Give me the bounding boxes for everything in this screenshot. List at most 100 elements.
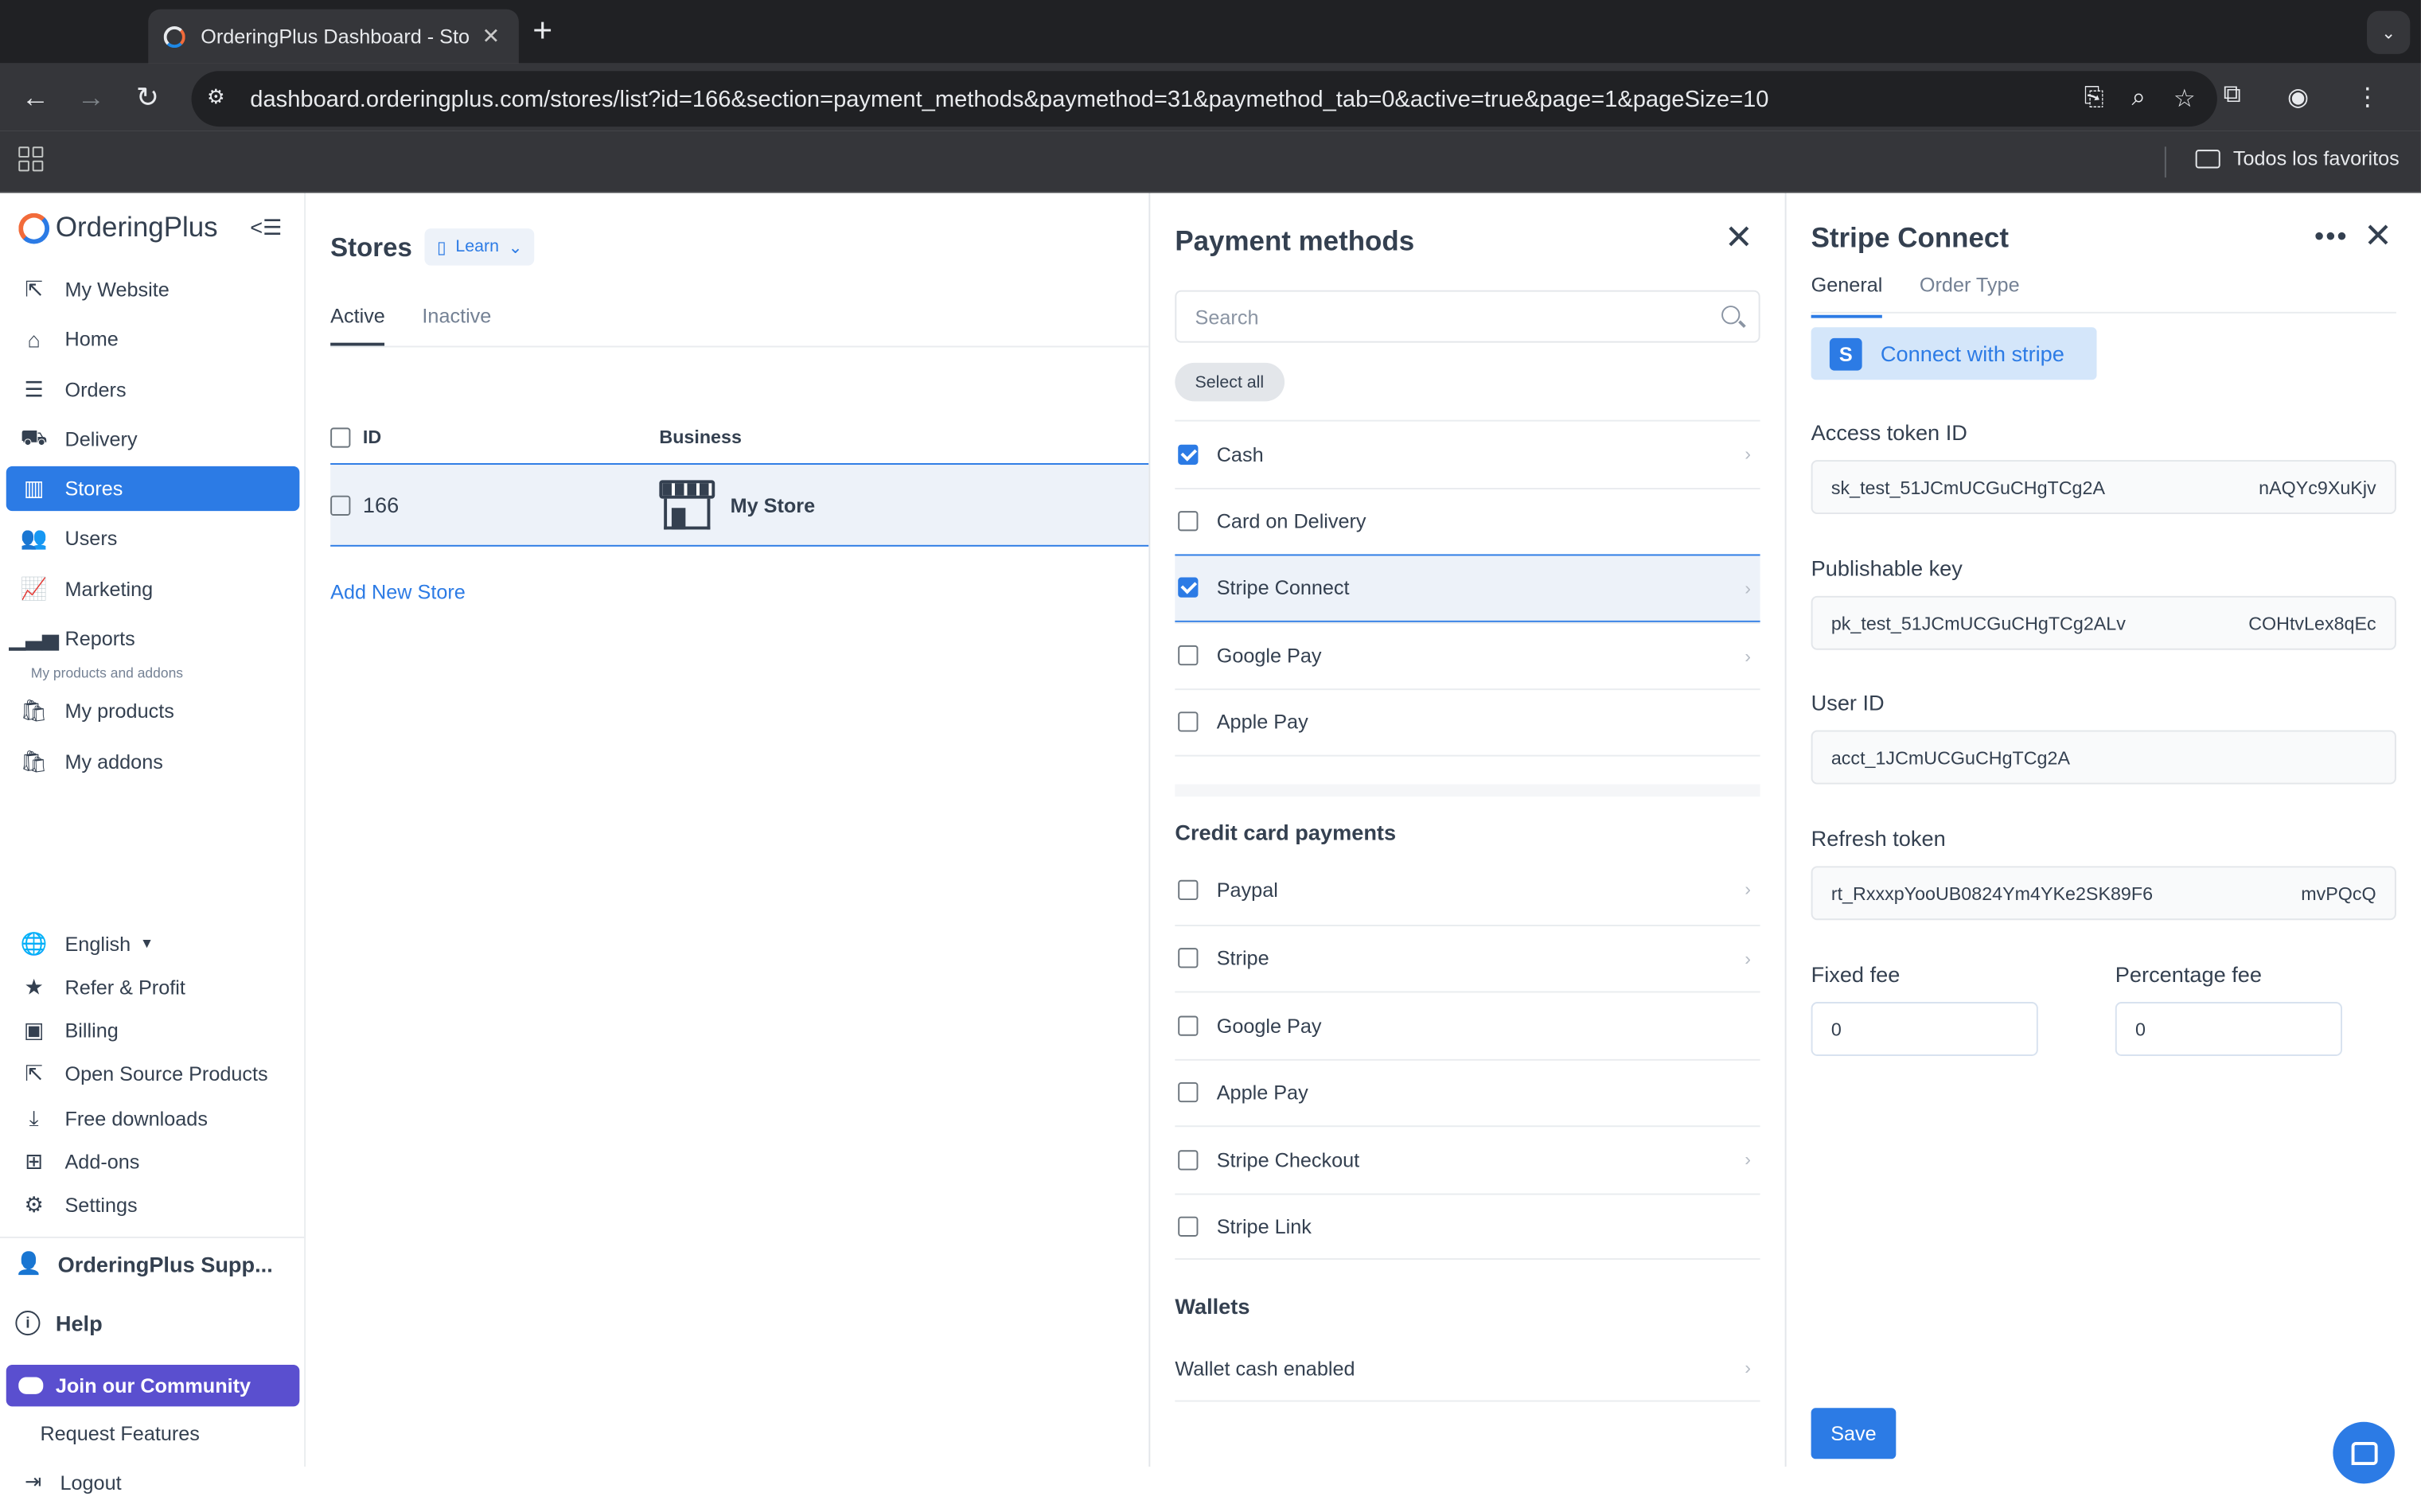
forward-icon[interactable]: →: [77, 82, 105, 113]
select-all-button[interactable]: Select all: [1175, 362, 1285, 402]
save-button[interactable]: Save: [1811, 1408, 1897, 1459]
item-label: Card on Delivery: [1216, 509, 1366, 533]
book-icon: ▯: [437, 238, 446, 258]
apps-grid-icon[interactable]: [18, 146, 44, 172]
table-row[interactable]: 166 My Store: [330, 463, 1149, 547]
checkbox[interactable]: [1178, 1216, 1199, 1237]
chat-launcher-button[interactable]: [2333, 1421, 2395, 1484]
back-icon[interactable]: ←: [21, 82, 49, 113]
collapse-sidebar-icon[interactable]: <☰: [250, 215, 284, 240]
list-item[interactable]: Cash ›: [1175, 419, 1760, 487]
checkbox[interactable]: [1178, 645, 1199, 666]
sidebar-item-settings[interactable]: ⚙ Settings: [6, 1185, 300, 1225]
browser-tab[interactable]: OrderingPlus Dashboard - Sto ✕: [148, 9, 519, 64]
brand-logo[interactable]: Ordering Plus: [18, 212, 218, 244]
extensions-icon[interactable]: ⧉: [2224, 82, 2241, 113]
add-new-store-link[interactable]: Add New Store: [330, 580, 466, 603]
publishable-key-field[interactable]: pk_test_51JCmUCGuCHgTCg2ALv COHtvLex8qEc: [1811, 595, 2396, 650]
column-business: Business: [659, 426, 742, 448]
list-item[interactable]: Apple Pay: [1175, 1058, 1760, 1125]
help-link[interactable]: i Help: [15, 1311, 103, 1336]
request-features-link[interactable]: Request Features: [40, 1422, 199, 1445]
close-icon[interactable]: ✕: [1725, 220, 1753, 255]
list-item[interactable]: Card on Delivery: [1175, 487, 1760, 554]
download-icon: ⤓: [29, 1105, 39, 1130]
sidebar-item-marketing[interactable]: 📈 Marketing: [6, 567, 300, 611]
connect-with-stripe-button[interactable]: S Connect with stripe: [1811, 327, 2097, 380]
search-input[interactable]: Search: [1175, 290, 1760, 343]
list-item[interactable]: Apple Pay: [1175, 688, 1760, 756]
tab-active[interactable]: Active: [330, 304, 385, 346]
checkbox[interactable]: [1178, 1149, 1199, 1171]
new-tab-button[interactable]: +: [532, 12, 552, 50]
list-item[interactable]: Stripe Link: [1175, 1192, 1760, 1261]
install-app-icon[interactable]: ⎘: [2084, 85, 2104, 113]
list-item[interactable]: Google Pay: [1175, 991, 1760, 1058]
tab-close-icon[interactable]: ✕: [478, 23, 503, 49]
address-bar[interactable]: ⚙ dashboard.orderingplus.com/stores/list…: [191, 71, 2217, 127]
sidebar-item-label: Orders: [64, 377, 127, 401]
checkbox[interactable]: [1178, 880, 1199, 901]
more-options-icon[interactable]: •••: [2314, 220, 2348, 253]
fixed-fee-value: 0: [1830, 1018, 1842, 1040]
list-item[interactable]: Google Pay ›: [1175, 621, 1760, 688]
sidebar-item-billing[interactable]: ▣ Billing: [6, 1011, 300, 1050]
search-placeholder: Search: [1195, 305, 1259, 329]
sidebar-item-free-downloads[interactable]: ⤓ Free downloads: [6, 1098, 300, 1138]
user-id-field[interactable]: acct_1JCmUCGuCHgTCg2A: [1811, 730, 2396, 785]
checkbox[interactable]: [1178, 578, 1199, 598]
sidebar-item-reports[interactable]: ▁▃▅ Reports: [6, 616, 300, 661]
checkbox[interactable]: [1178, 711, 1199, 733]
truck-icon: ⛟: [20, 424, 48, 450]
row-checkbox[interactable]: [330, 494, 351, 515]
sidebar-item-refer[interactable]: ★ Refer & Profit: [6, 967, 300, 1007]
credit-card-section-title: Credit card payments: [1175, 820, 1397, 845]
sidebar-item-home[interactable]: ⌂ Home: [6, 317, 300, 361]
reload-icon[interactable]: ↻: [136, 82, 159, 113]
bag-plus-icon: ⊞: [25, 1148, 44, 1174]
sidebar-item-my-products[interactable]: 🛍 My products: [6, 689, 300, 734]
list-item[interactable]: Paypal ›: [1175, 857, 1760, 924]
sidebar-item-orders[interactable]: ☰ Orders: [6, 367, 300, 411]
learn-button[interactable]: ▯ Learn ⌄: [424, 228, 536, 266]
sidebar-item-users[interactable]: 👥 Users: [6, 516, 300, 561]
checkbox[interactable]: [1178, 444, 1199, 465]
select-all-rows-checkbox[interactable]: [330, 427, 351, 447]
fixed-fee-input[interactable]: 0: [1811, 1002, 2038, 1056]
list-item[interactable]: Stripe Checkout ›: [1175, 1125, 1760, 1192]
tab-inactive[interactable]: Inactive: [422, 304, 491, 345]
bookmark-star-icon[interactable]: ☆: [2173, 84, 2196, 115]
sidebar-item-delivery[interactable]: ⛟ Delivery: [6, 417, 300, 462]
checkbox[interactable]: [1178, 1082, 1199, 1103]
checkbox[interactable]: [1178, 511, 1199, 532]
item-label: Stripe Checkout: [1216, 1148, 1360, 1171]
close-icon[interactable]: ✕: [2364, 219, 2392, 253]
wallet-cash-item[interactable]: Wallet cash enabled ›: [1175, 1337, 1760, 1402]
sidebar-item-label: Billing: [64, 1019, 119, 1042]
checkbox[interactable]: [1178, 948, 1199, 968]
join-community-button[interactable]: Join our Community: [6, 1364, 300, 1407]
site-info-icon[interactable]: ⚙: [207, 85, 235, 113]
browser-menu-icon[interactable]: ⋮: [2355, 82, 2380, 113]
tab-search-icon[interactable]: ⌄: [2367, 10, 2411, 54]
percentage-fee-input[interactable]: 0: [2115, 1002, 2342, 1056]
refresh-token-field[interactable]: rt_RxxxpYooUB0824Ym4YKe2SK89F6 mvPQcQ: [1811, 866, 2396, 921]
publishable-key-label: Publishable key: [1811, 555, 1963, 581]
logout-link[interactable]: ⇥ Logout: [25, 1470, 122, 1494]
profile-icon[interactable]: ◉: [2287, 82, 2309, 113]
sidebar-item-my-addons[interactable]: 🛍 My addons: [6, 739, 300, 784]
user-id-label: User ID: [1811, 690, 1885, 715]
all-bookmarks[interactable]: Todos los favoritos: [2196, 146, 2400, 170]
sidebar-item-addons[interactable]: ⊞ Add-ons: [6, 1142, 300, 1182]
sidebar-item-open-source[interactable]: ⇱ Open Source Products: [6, 1054, 300, 1094]
list-item[interactable]: Stripe ›: [1175, 924, 1760, 991]
access-token-field[interactable]: sk_test_51JCmUCGuCHgTCg2A nAQYc9XuKjv: [1811, 460, 2396, 515]
support-account[interactable]: 👤 OrderingPlus Supp...: [15, 1250, 272, 1276]
sidebar-item-my-website[interactable]: ⇱ My Website: [6, 267, 300, 312]
list-item-selected[interactable]: Stripe Connect ›: [1175, 554, 1760, 622]
sidebar-item-stores[interactable]: ▥ Stores: [6, 466, 300, 512]
checkbox[interactable]: [1178, 1015, 1199, 1036]
sidebar-item-label: Add-ons: [64, 1150, 140, 1174]
zoom-icon[interactable]: ⌕: [2132, 85, 2146, 113]
language-selector[interactable]: 🌐 English ▼: [6, 923, 300, 963]
